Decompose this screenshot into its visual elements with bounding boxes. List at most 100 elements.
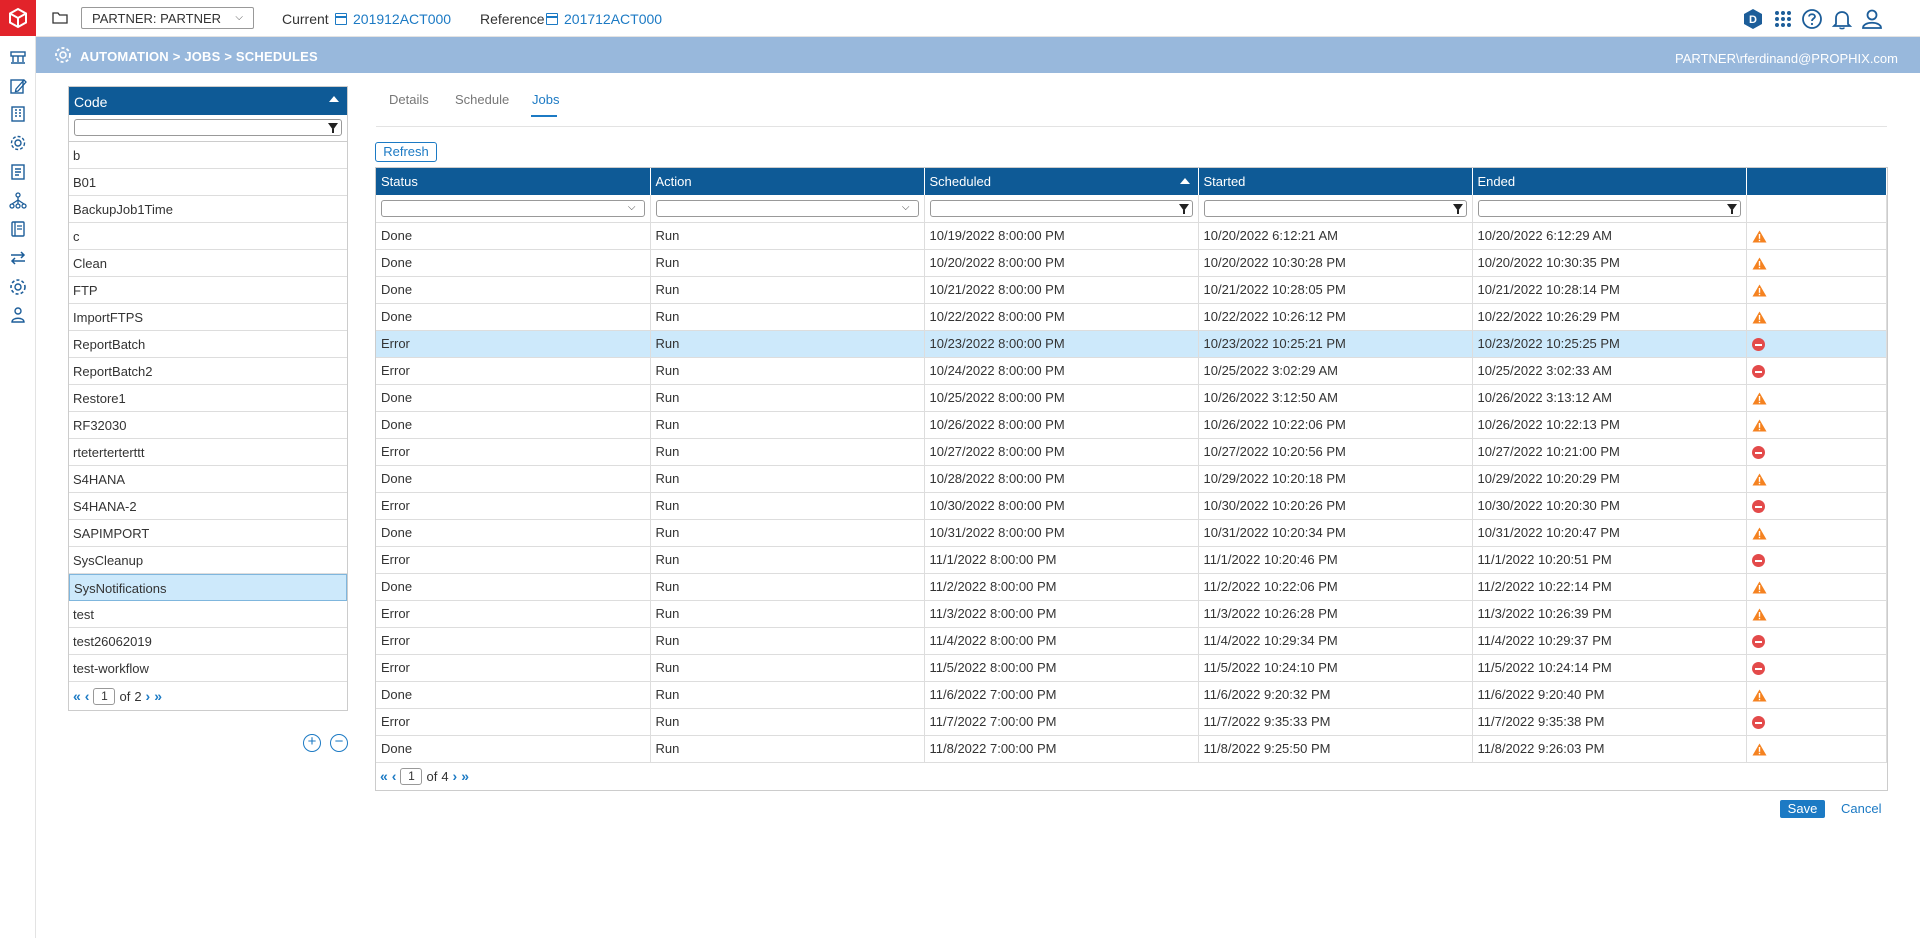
error-icon[interactable]: [1751, 716, 1765, 730]
edit-document-icon[interactable]: [8, 76, 28, 96]
add-schedule-button[interactable]: +: [303, 734, 321, 752]
table-row[interactable]: Done Run 11/6/2022 7:00:00 PM 11/6/2022 9:2…: [376, 681, 1887, 709]
settings-gear-icon[interactable]: [8, 133, 28, 153]
avatar[interactable]: D: [1741, 7, 1765, 31]
warning-icon[interactable]: [1752, 419, 1767, 432]
workflow-icon[interactable]: [8, 48, 28, 68]
code-list-item[interactable]: b: [69, 142, 347, 169]
column-header-status[interactable]: Status: [376, 168, 651, 195]
code-list-item[interactable]: BackupJob1Time: [69, 196, 347, 223]
next-page-icon[interactable]: ›: [146, 688, 151, 704]
status-filter-select[interactable]: ⌵: [381, 199, 645, 217]
tab-details[interactable]: Details: [389, 92, 429, 107]
partner-select[interactable]: PARTNER: PARTNER ⌵: [81, 7, 254, 29]
current-period-link[interactable]: 201912ACT000: [335, 11, 451, 27]
warning-icon[interactable]: [1752, 284, 1767, 297]
warning-icon[interactable]: [1752, 230, 1767, 243]
next-page-icon[interactable]: ›: [453, 768, 458, 784]
code-list-item[interactable]: B01: [69, 169, 347, 196]
column-header-scheduled[interactable]: Scheduled: [924, 168, 1199, 195]
report-icon[interactable]: [8, 162, 28, 182]
table-row[interactable]: Done Run 10/26/2022 8:00:00 PM 10/26/2022 1…: [376, 411, 1887, 439]
code-list-item[interactable]: SysCleanup: [69, 547, 347, 574]
code-list-item[interactable]: FTP: [69, 277, 347, 304]
prev-page-icon[interactable]: ‹: [85, 688, 90, 704]
table-row[interactable]: Error Run 11/5/2022 8:00:00 PM 11/5/2022 10…: [376, 654, 1887, 682]
save-button[interactable]: Save: [1780, 800, 1825, 818]
filter-icon[interactable]: [1452, 203, 1463, 214]
code-list-item[interactable]: ReportBatch2: [69, 358, 347, 385]
table-row[interactable]: Error Run 10/30/2022 8:00:00 PM 10/30/2022 …: [376, 492, 1887, 520]
column-header-ended[interactable]: Ended: [1472, 168, 1747, 195]
remove-schedule-button[interactable]: −: [330, 734, 348, 752]
table-row[interactable]: Done Run 10/21/2022 8:00:00 PM 10/21/2022 1…: [376, 276, 1887, 304]
refresh-button[interactable]: Refresh: [375, 142, 437, 162]
help-icon[interactable]: [1800, 7, 1824, 31]
filter-icon[interactable]: [1178, 203, 1189, 214]
code-page-input[interactable]: 1: [93, 687, 116, 705]
users-icon[interactable]: [8, 305, 28, 325]
error-icon[interactable]: [1751, 446, 1765, 460]
warning-icon[interactable]: [1752, 527, 1767, 540]
hierarchy-icon[interactable]: [8, 191, 28, 211]
table-row[interactable]: Error Run 10/27/2022 8:00:00 PM 10/27/2022 …: [376, 438, 1887, 466]
code-list-item[interactable]: SysNotifications: [69, 574, 347, 601]
error-icon[interactable]: [1751, 500, 1765, 514]
filter-icon[interactable]: [328, 123, 338, 133]
code-list-item[interactable]: test: [69, 601, 347, 628]
tab-jobs[interactable]: Jobs: [532, 92, 559, 107]
code-filter-input[interactable]: [74, 119, 342, 136]
table-row[interactable]: Error Run 10/24/2022 8:00:00 PM 10/25/2022 …: [376, 357, 1887, 385]
code-list-item[interactable]: S4HANA-2: [69, 493, 347, 520]
reference-period-link[interactable]: 201712ACT000: [546, 11, 662, 27]
apps-grid-icon[interactable]: [1771, 7, 1795, 31]
org-chart-icon[interactable]: [8, 104, 28, 124]
ended-filter-input[interactable]: [1477, 199, 1741, 217]
automation-gear-icon[interactable]: [8, 277, 28, 297]
code-list-item[interactable]: Restore1: [69, 385, 347, 412]
user-icon[interactable]: [1860, 7, 1884, 31]
code-list-item[interactable]: ReportBatch: [69, 331, 347, 358]
code-list-item[interactable]: SAPIMPORT: [69, 520, 347, 547]
error-icon[interactable]: [1751, 554, 1765, 568]
error-icon[interactable]: [1751, 662, 1765, 676]
last-page-icon[interactable]: »: [154, 688, 162, 704]
folder-icon[interactable]: [52, 10, 68, 26]
code-list-item[interactable]: RF32030: [69, 412, 347, 439]
cancel-button[interactable]: Cancel: [1841, 801, 1881, 816]
tab-schedule[interactable]: Schedule: [455, 92, 509, 107]
table-row[interactable]: Done Run 10/31/2022 8:00:00 PM 10/31/2022 1…: [376, 519, 1887, 547]
jobs-page-input[interactable]: 1: [400, 767, 423, 785]
error-icon[interactable]: [1751, 365, 1765, 379]
column-header-action[interactable]: Action: [650, 168, 925, 195]
prev-page-icon[interactable]: ‹: [392, 768, 397, 784]
code-list-item[interactable]: S4HANA: [69, 466, 347, 493]
table-row[interactable]: Done Run 10/22/2022 8:00:00 PM 10/22/2022 1…: [376, 303, 1887, 331]
table-row[interactable]: Error Run 11/1/2022 8:00:00 PM 11/1/2022 10…: [376, 546, 1887, 574]
table-row[interactable]: Error Run 11/7/2022 7:00:00 PM 11/7/2022 9:…: [376, 708, 1887, 736]
error-icon[interactable]: [1751, 635, 1765, 649]
warning-icon[interactable]: [1752, 581, 1767, 594]
first-page-icon[interactable]: «: [380, 768, 388, 784]
column-header-started[interactable]: Started: [1198, 168, 1473, 195]
table-row[interactable]: Done Run 11/2/2022 8:00:00 PM 11/2/2022 10:…: [376, 573, 1887, 601]
table-row[interactable]: Error Run 10/23/2022 8:00:00 PM 10/23/2022 …: [376, 330, 1887, 358]
table-row[interactable]: Done Run 11/8/2022 7:00:00 PM 11/8/2022 9:2…: [376, 735, 1887, 763]
filter-icon[interactable]: [1726, 203, 1737, 214]
table-row[interactable]: Error Run 11/4/2022 8:00:00 PM 11/4/2022 10…: [376, 627, 1887, 655]
code-list-item[interactable]: c: [69, 223, 347, 250]
warning-icon[interactable]: [1752, 392, 1767, 405]
code-list-item[interactable]: test26062019: [69, 628, 347, 655]
code-list-item[interactable]: rteterterterttt: [69, 439, 347, 466]
warning-icon[interactable]: [1752, 608, 1767, 621]
bell-icon[interactable]: [1830, 7, 1854, 31]
table-row[interactable]: Error Run 11/3/2022 8:00:00 PM 11/3/2022 10…: [376, 600, 1887, 628]
scheduled-filter-input[interactable]: [929, 199, 1193, 217]
warning-icon[interactable]: [1752, 311, 1767, 324]
book-icon[interactable]: [8, 219, 28, 239]
table-row[interactable]: Done Run 10/28/2022 8:00:00 PM 10/29/2022 1…: [376, 465, 1887, 493]
warning-icon[interactable]: [1752, 257, 1767, 270]
last-page-icon[interactable]: »: [461, 768, 469, 784]
code-list-item[interactable]: ImportFTPS: [69, 304, 347, 331]
table-row[interactable]: Done Run 10/20/2022 8:00:00 PM 10/20/2022 1…: [376, 249, 1887, 277]
